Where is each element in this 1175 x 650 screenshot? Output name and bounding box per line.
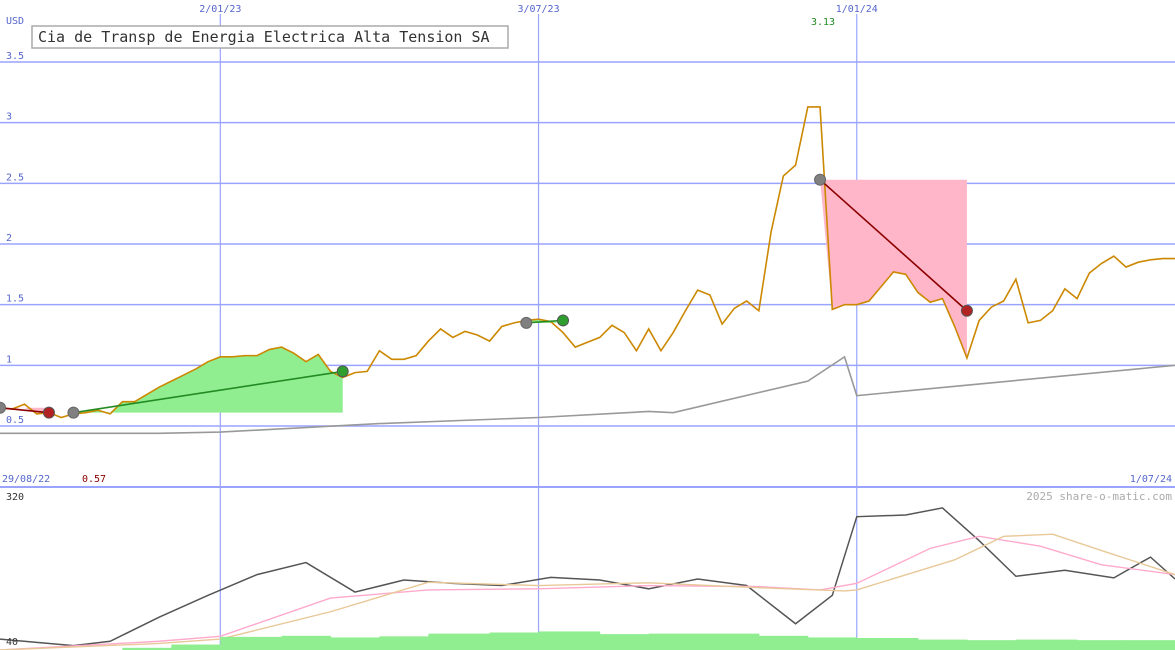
y-tick-label: 2.5	[6, 172, 24, 183]
volume-bar	[1077, 640, 1127, 650]
volume-bar	[648, 633, 699, 650]
volume-bar	[807, 637, 858, 650]
x-tick-label: 2/01/23	[199, 4, 241, 15]
volume-bar	[171, 644, 221, 650]
end-date-label: 1/07/24	[1130, 474, 1172, 485]
volume-bar	[1126, 640, 1175, 650]
price-line	[0, 106, 1175, 419]
watermark: 2025 share-o-matic.com	[1026, 490, 1172, 503]
volume-bar	[330, 637, 380, 650]
volume-bar	[917, 639, 968, 650]
volume-bar	[538, 631, 601, 650]
entry-marker	[814, 173, 827, 186]
exit-marker	[557, 314, 570, 327]
entry-marker	[520, 316, 533, 329]
volume-bar	[599, 634, 650, 650]
volume-bar	[489, 632, 540, 650]
volume-bar	[428, 633, 491, 650]
y-tick-label: 3.5	[6, 51, 24, 62]
volume-bar	[1015, 639, 1078, 650]
exit-marker	[960, 304, 973, 317]
series-lines	[0, 106, 1175, 650]
y-tick-label: 0.5	[6, 415, 24, 426]
trade-regions	[0, 179, 967, 414]
volume-bar	[281, 635, 331, 650]
min-label: 0.57	[82, 474, 106, 485]
volume-bar	[220, 636, 283, 650]
exit-marker	[336, 365, 349, 378]
osc-line	[0, 507, 1175, 647]
max-label: 3.13	[811, 17, 835, 28]
exit-marker	[42, 406, 55, 419]
y-tick-label: 1	[6, 354, 12, 365]
start-date-label: 29/08/22	[2, 474, 50, 485]
indicator-tick-label: 320	[6, 492, 24, 503]
entry-marker	[67, 406, 80, 419]
y-tick-label: 3	[6, 112, 12, 123]
indicator-tick-label: 40	[6, 637, 18, 648]
x-tick-label: 1/01/24	[836, 4, 878, 15]
volume-bar	[697, 633, 760, 650]
loss-region	[820, 179, 967, 359]
volume-bar	[966, 640, 1017, 650]
y-tick-label: 2	[6, 233, 12, 244]
y-tick-label: 1.5	[6, 294, 24, 305]
volume-bar	[856, 637, 919, 650]
x-tick-label: 3/07/23	[517, 4, 559, 15]
price-chart: 3.5 3 2.5 2 1.5 1 0.5 2/01/23 3/07/23 1/01/24 320 4…	[0, 4, 1175, 650]
entry-marker	[0, 401, 6, 414]
volume-bars	[122, 631, 1175, 650]
axis-labels: 3.5 3 2.5 2 1.5 1 0.5 2/01/23 3/07/23 1/01/24 320 4…	[6, 4, 878, 648]
currency-label: USD	[6, 16, 24, 27]
volume-bar	[379, 636, 429, 650]
grid-lines	[0, 14, 1175, 650]
chart-title: Cia de Transp de Energia Electrica Alta …	[38, 28, 490, 46]
volume-bar	[758, 635, 809, 650]
gain-region	[73, 347, 343, 413]
